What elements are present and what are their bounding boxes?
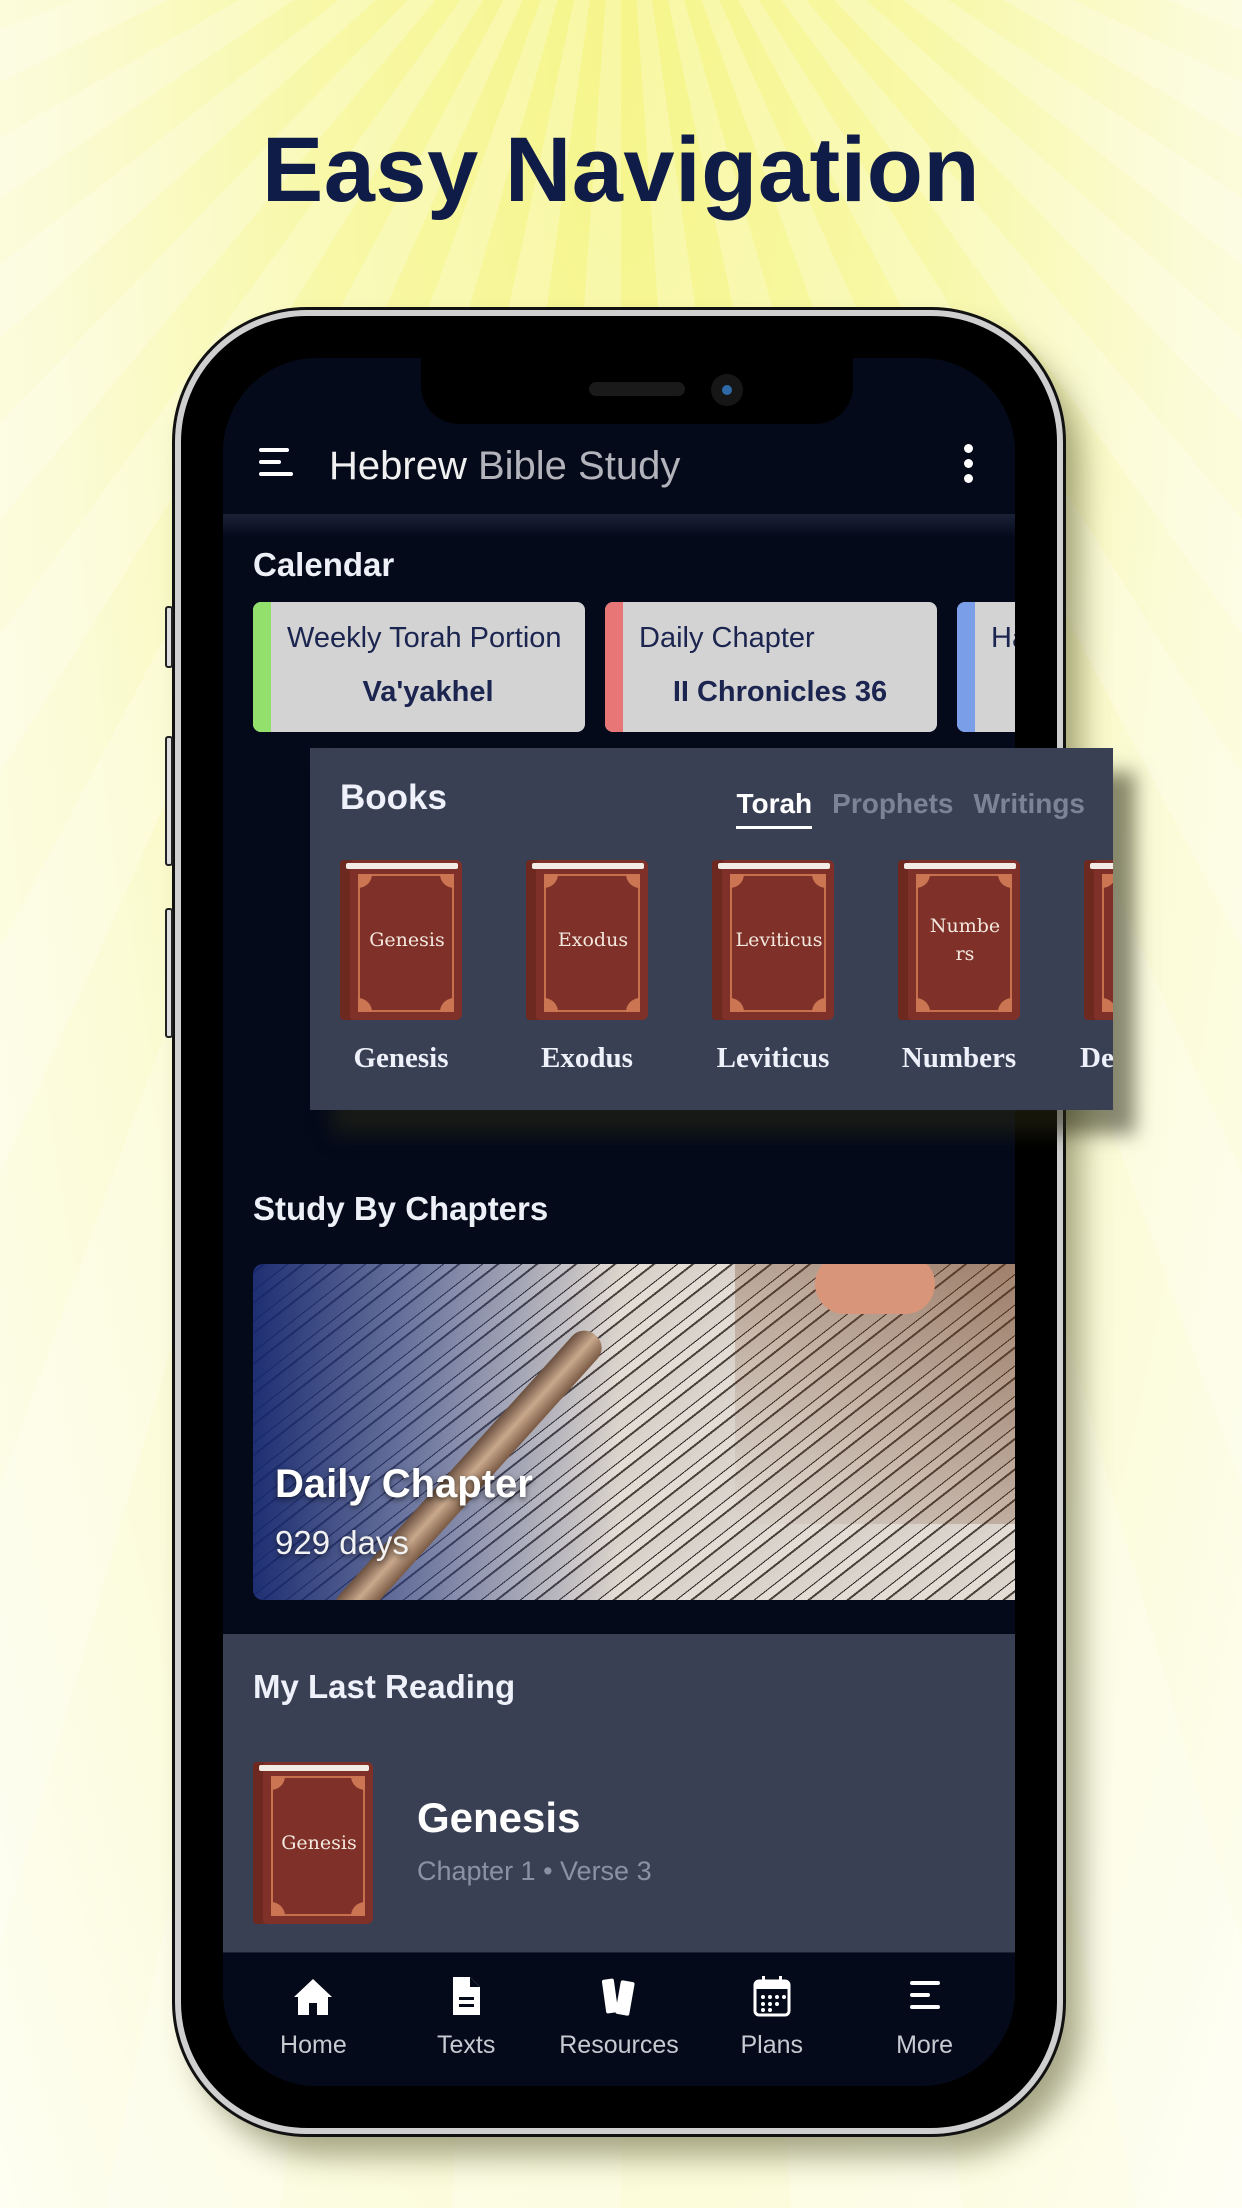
app-title: Hebrew Bible Study (329, 444, 680, 489)
tab-torah[interactable]: Torah (736, 788, 813, 829)
phone-screen: Hebrew Bible Study Calendar Weekly Torah… (223, 358, 1015, 2086)
last-reading-book[interactable]: Genesis (253, 1762, 373, 1924)
calendar-icon (753, 1976, 791, 2017)
last-reading-section: My Last Reading Genesis Genesis Chapter … (223, 1634, 1015, 1960)
book-name: Deu (1080, 1042, 1113, 1074)
book-cover-icon (1084, 860, 1113, 1020)
last-reading-position: Chapter 1 • Verse 3 (417, 1856, 652, 1886)
card-value: II Chronicles 36 (672, 676, 888, 708)
side-button-volume-down (165, 908, 173, 1038)
book-deuteronomy-partial[interactable]: Deu (1080, 860, 1113, 1075)
app-title-primary: Hebrew (329, 444, 467, 488)
book-exodus[interactable]: Exodus Exodus (522, 860, 652, 1075)
books-title: Books (340, 778, 447, 817)
last-reading-book-name[interactable]: Genesis (417, 1794, 580, 1842)
book-genesis[interactable]: Genesis Genesis (336, 860, 466, 1075)
book-cover-text: Genesis (369, 929, 445, 951)
nav-label: More (896, 2031, 954, 2059)
card-accent (957, 602, 975, 732)
notch (421, 358, 853, 424)
hero-subtitle: 929 days (275, 1524, 409, 1561)
books-icon (601, 1978, 635, 2016)
hero-title: Daily Chapter (275, 1462, 533, 1506)
side-button-silent (165, 606, 173, 668)
book-cover-icon: Leviticus (712, 860, 834, 1020)
speaker-grille (589, 382, 685, 396)
book-cover-text: Leviticus (735, 929, 823, 951)
nav-resources[interactable]: Resources (549, 1953, 689, 2086)
menu-icon (909, 1981, 940, 2009)
calendar-title: Calendar (253, 546, 395, 583)
study-by-chapters-title: Study By Chapters (253, 1190, 549, 1227)
card-label: Daily Chapter (639, 622, 815, 654)
book-cover-icon: Genesis (253, 1762, 373, 1924)
book-name: Exodus (541, 1042, 633, 1074)
nav-texts[interactable]: Texts (396, 1953, 536, 2086)
phone-frame: Hebrew Bible Study Calendar Weekly Torah… (165, 310, 1063, 2134)
app-bar: Hebrew Bible Study (223, 424, 1015, 514)
daily-chapter-card[interactable]: Daily Chapter 929 days (253, 1264, 1015, 1600)
card-accent (605, 602, 623, 732)
calendar-cards: Weekly Torah Portion Va'yakhel Daily Cha… (253, 602, 1015, 732)
books-tabs: Torah Prophets Writings (736, 788, 1085, 829)
card-label: Weekly Torah Portion (287, 622, 562, 654)
hamburger-menu-icon[interactable] (259, 448, 293, 478)
book-cover-icon: Genesis (340, 860, 462, 1020)
nav-more[interactable]: More (855, 1953, 995, 2086)
tab-prophets[interactable]: Prophets (832, 788, 953, 829)
tab-writings[interactable]: Writings (974, 788, 1085, 829)
calendar-card-partial[interactable]: Ha (957, 602, 1015, 732)
app-bar-divider (223, 514, 1015, 538)
overflow-menu-icon[interactable] (961, 444, 975, 488)
book-leviticus[interactable]: Leviticus Leviticus (708, 860, 838, 1075)
book-name: Numbers (901, 1042, 1017, 1074)
calendar-card-weekly-torah[interactable]: Weekly Torah Portion Va'yakhel (253, 602, 585, 732)
nav-plans[interactable]: Plans (702, 1953, 842, 2086)
nav-label: Resources (559, 2031, 679, 2059)
books-shelf: Genesis Genesis Exodus Exodus Leviticus … (336, 860, 1113, 1090)
promo-headline: Easy Navigation (261, 119, 981, 221)
hero-image-hand (815, 1264, 935, 1314)
book-cover-text: Numbers (929, 915, 1001, 965)
nav-label: Texts (437, 2031, 496, 2059)
last-reading-title: My Last Reading (253, 1668, 516, 1705)
book-cover-text: Genesis (281, 1832, 357, 1854)
card-accent (253, 602, 271, 732)
nav-home[interactable]: Home (243, 1953, 383, 2086)
app-title-secondary: Bible Study (477, 444, 681, 488)
document-icon (453, 1977, 481, 2015)
calendar-card-daily-chapter[interactable]: Daily Chapter II Chronicles 36 (605, 602, 937, 732)
front-camera (711, 374, 743, 406)
nav-label: Home (280, 2031, 347, 2059)
book-name: Genesis (353, 1042, 449, 1074)
book-name: Leviticus (716, 1042, 830, 1074)
books-panel: Books Torah Prophets Writings Genesis Ge… (310, 748, 1113, 1110)
card-label: Ha (991, 622, 1015, 654)
book-numbers[interactable]: Numbers Numbers (894, 860, 1024, 1075)
book-cover-icon: Exodus (526, 860, 648, 1020)
card-value: Va'yakhel (362, 676, 494, 708)
home-icon (294, 1979, 333, 2015)
nav-label: Plans (740, 2031, 804, 2059)
book-cover-text: Exodus (557, 929, 629, 951)
book-cover-icon: Numbers (898, 860, 1020, 1020)
bottom-navigation: Home Texts Resources Plans More (223, 1952, 1015, 2086)
side-button-volume-up (165, 736, 173, 866)
